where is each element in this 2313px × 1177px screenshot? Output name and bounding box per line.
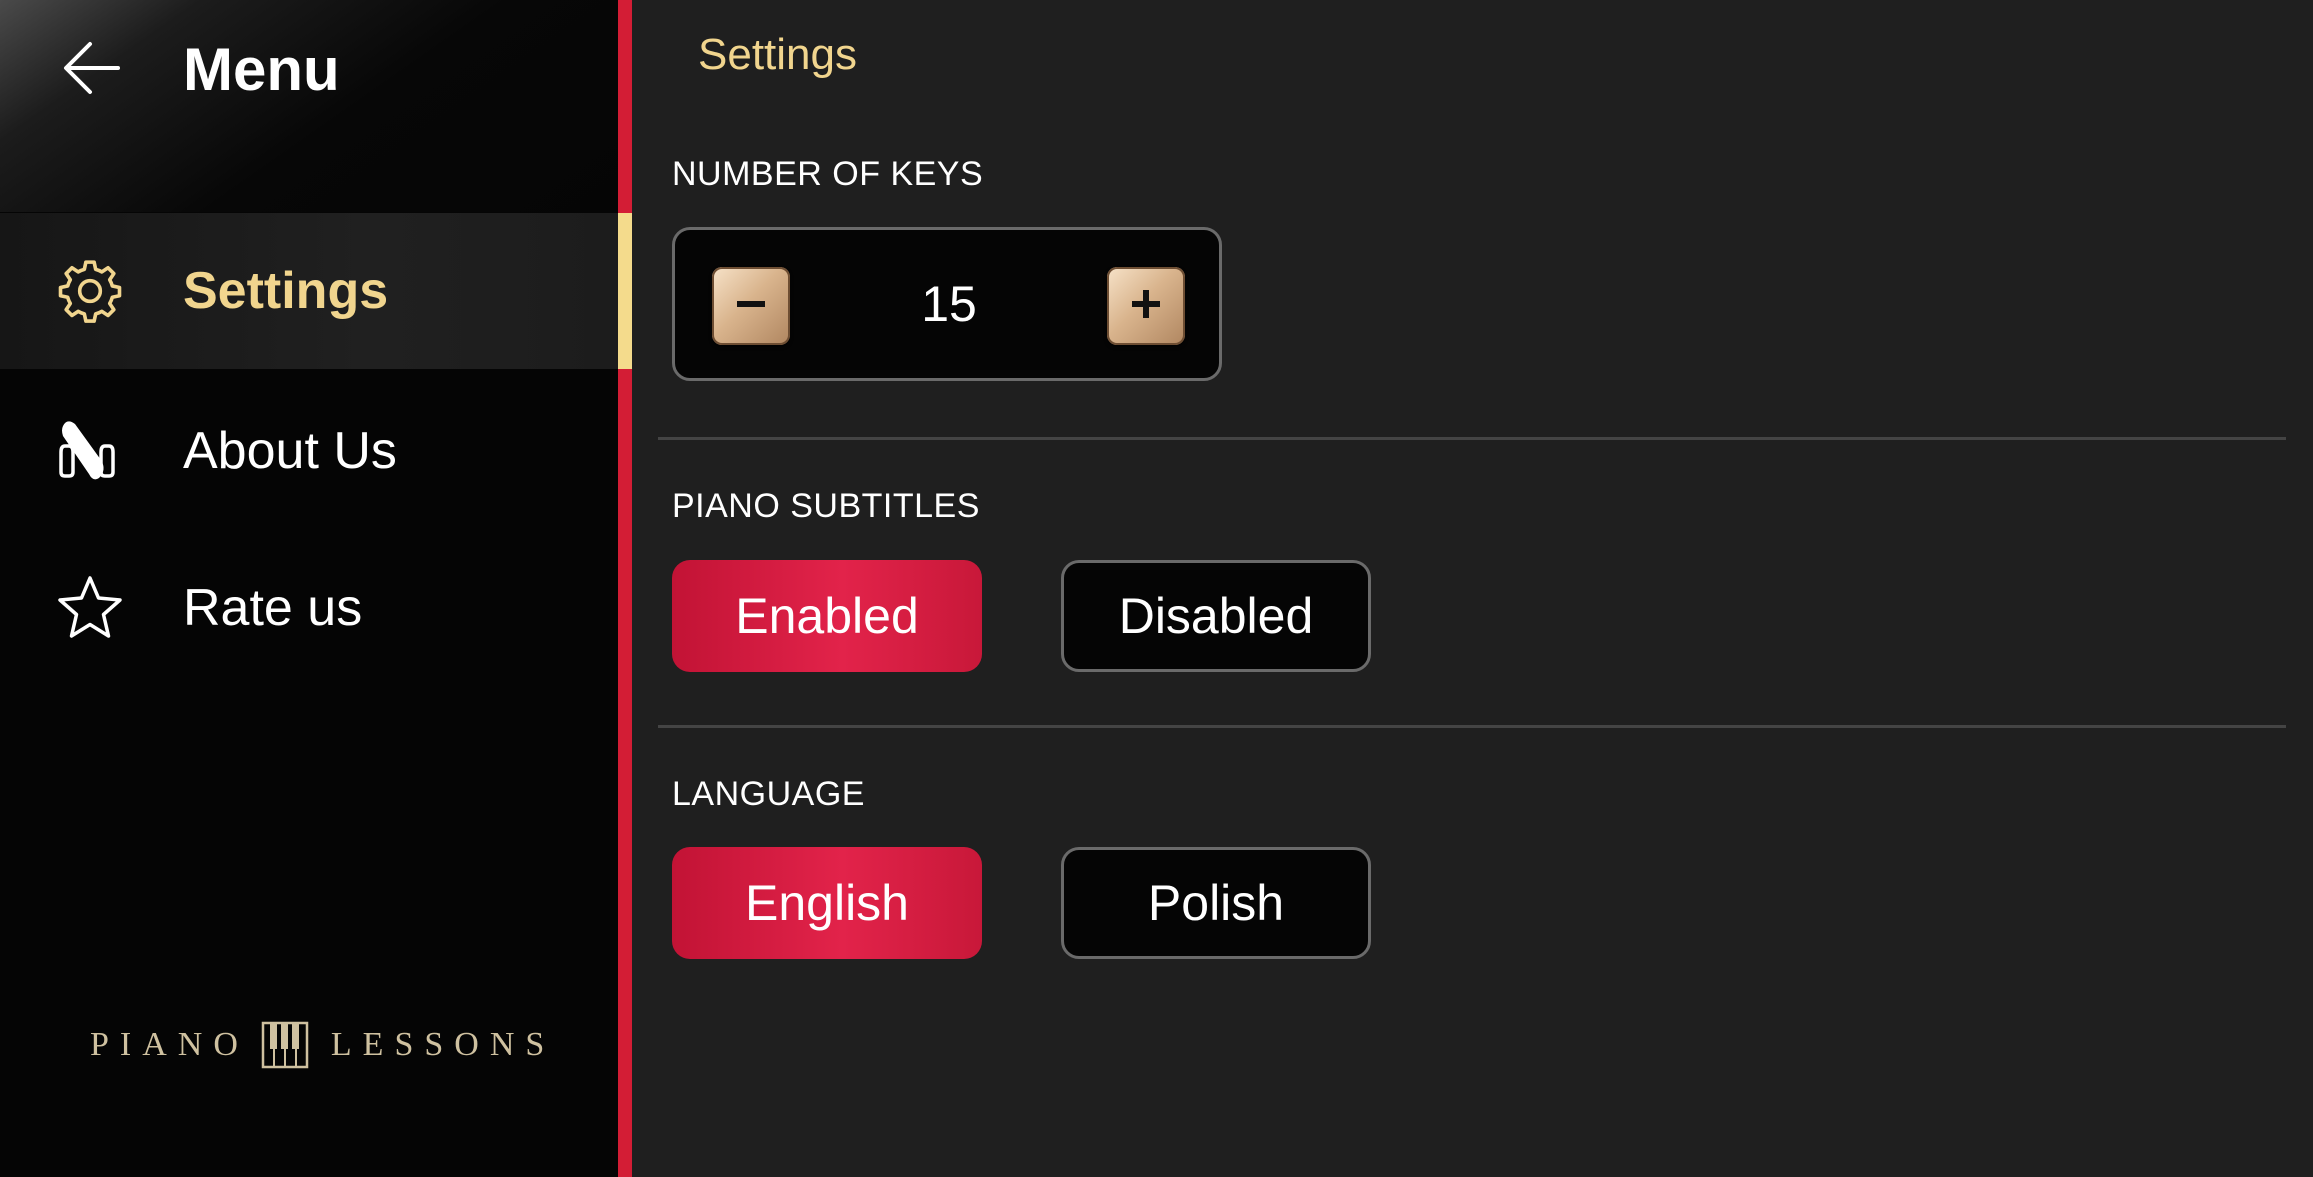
sidebar-item-label: About Us [183,422,397,480]
sidebar-item-about-us[interactable]: About Us [0,373,618,529]
number-of-keys-value: 15 [921,276,977,332]
gear-icon [52,253,128,329]
increment-button[interactable] [1107,267,1185,345]
sidebar-item-rate-us[interactable]: Rate us [0,530,618,686]
section-divider [658,725,2286,728]
language-label: LANGUAGE [672,775,865,813]
number-of-keys-stepper: 15 [672,227,1222,381]
piano-subtitles-label: PIANO SUBTITLES [672,487,980,525]
sidebar-divider [618,0,632,1177]
minus-icon [731,284,771,329]
piano-lessons-logo: PIANO LESSONS [90,1015,555,1075]
sidebar-header: Menu [0,0,618,212]
active-item-marker [618,213,632,369]
arrow-left-icon [60,36,124,105]
plus-icon [1126,284,1166,329]
section-divider [658,437,2286,440]
piano-pedals-icon [52,413,128,489]
subtitles-enabled-button[interactable]: Enabled [672,560,982,672]
sidebar-item-settings[interactable]: Settings [0,213,618,369]
sidebar-item-label: Settings [183,262,389,320]
brand-text-right: LESSONS [330,1026,556,1063]
page-title: Settings [698,30,857,79]
back-button[interactable] [52,30,132,110]
subtitles-disabled-button[interactable]: Disabled [1061,560,1371,672]
app-root: Menu Settings About Us Rate us PIANO LES… [0,0,2313,1177]
language-english-button[interactable]: English [672,847,982,959]
brand-text-left: PIANO [90,1026,249,1063]
language-polish-button[interactable]: Polish [1061,847,1371,959]
number-of-keys-label: NUMBER OF KEYS [672,155,984,193]
sidebar-item-label: Rate us [183,579,363,637]
menu-title: Menu [183,36,340,103]
settings-panel: Settings NUMBER OF KEYS 15 PIANO SUBTITL… [632,0,2313,1177]
star-icon [52,570,128,646]
sidebar-menu: Menu Settings About Us Rate us PIANO LES… [0,0,618,1177]
piano-keys-icon [261,1021,309,1069]
decrement-button[interactable] [712,267,790,345]
